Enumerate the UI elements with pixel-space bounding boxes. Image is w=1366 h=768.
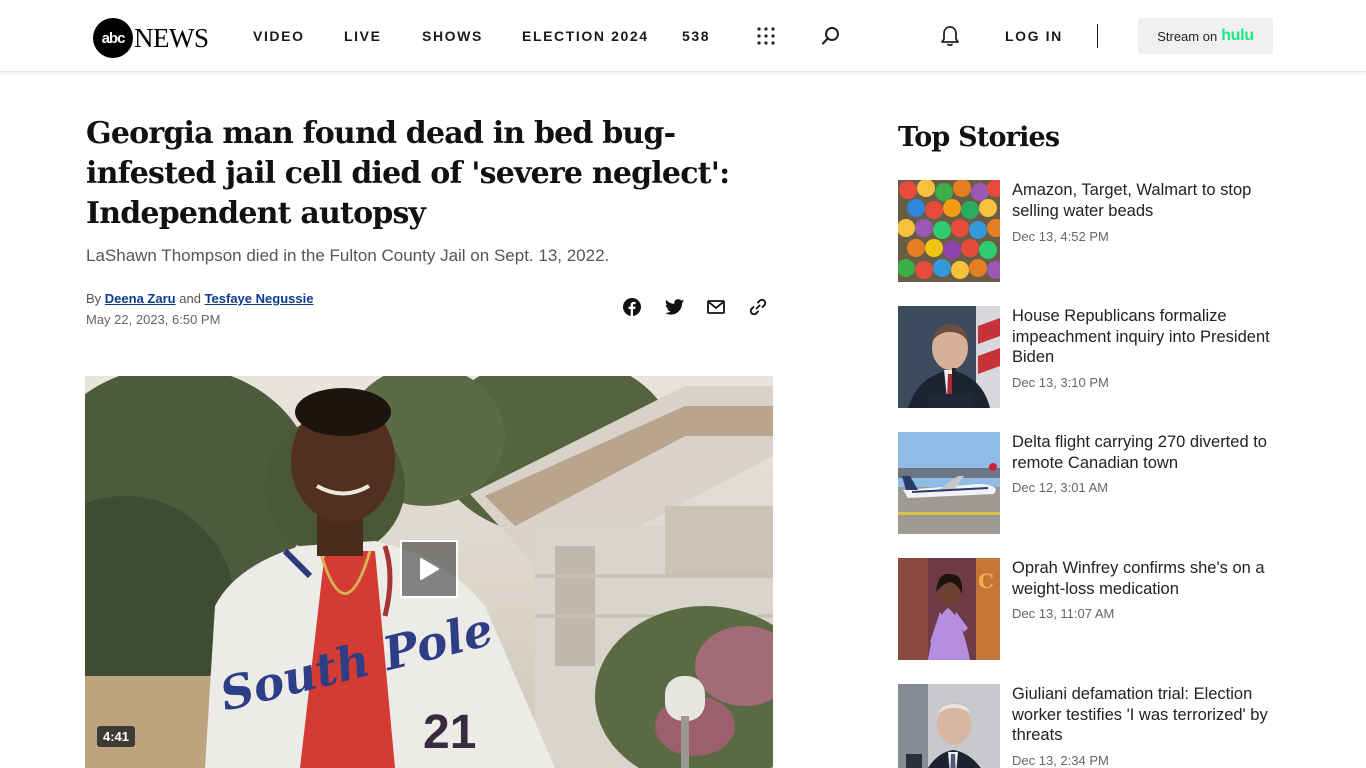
- play-icon: [420, 558, 439, 580]
- nav-538[interactable]: 538: [682, 28, 710, 44]
- story-thumbnail[interactable]: [898, 684, 1000, 768]
- story-item-impeachment-inquiry[interactable]: House Republicans formalize impeachment …: [898, 306, 1288, 408]
- story-thumbnail[interactable]: [898, 306, 1000, 408]
- email-icon[interactable]: [705, 296, 727, 318]
- nav-live[interactable]: LIVE: [344, 28, 382, 44]
- story-time: Dec 13, 2:34 PM: [1012, 753, 1109, 768]
- story-title[interactable]: Amazon, Target, Walmart to stop selling …: [1012, 180, 1284, 221]
- story-thumbnail[interactable]: [898, 180, 1000, 282]
- nav-shows[interactable]: SHOWS: [422, 28, 483, 44]
- publish-date: May 22, 2023, 6:50 PM: [86, 312, 221, 327]
- nav-video[interactable]: VIDEO: [253, 28, 305, 44]
- shirt-number: 21: [423, 706, 476, 759]
- site-header: abc NEWS VIDEO LIVE SHOWS ELECTION 2024 …: [0, 0, 1366, 72]
- news-logo-word: NEWS: [134, 22, 209, 53]
- article-dek: LaShawn Thompson died in the Fulton Coun…: [86, 246, 610, 265]
- story-time: Dec 13, 4:52 PM: [1012, 229, 1109, 244]
- video-duration: 4:41: [97, 726, 136, 747]
- bell-icon[interactable]: [939, 24, 961, 48]
- abc-logo-mark: abc: [93, 18, 133, 58]
- search-icon[interactable]: [820, 25, 842, 47]
- login-link[interactable]: LOG IN: [1005, 28, 1063, 44]
- facebook-icon[interactable]: [621, 296, 643, 318]
- story-title[interactable]: House Republicans formalize impeachment …: [1012, 306, 1284, 368]
- story-time: Dec 13, 3:10 PM: [1012, 375, 1109, 390]
- author-link-tesfaye-negussie[interactable]: Tesfaye Negussie: [205, 291, 314, 306]
- nav-election-2024[interactable]: ELECTION 2024: [522, 28, 649, 44]
- stream-prefix-label: Stream on: [1157, 28, 1218, 44]
- link-icon[interactable]: [747, 296, 769, 318]
- story-title[interactable]: Giuliani defamation trial: Election work…: [1012, 684, 1284, 746]
- story-thumbnail[interactable]: [898, 432, 1000, 534]
- byline: By Deena Zaru and Tesfaye Negussie: [86, 291, 313, 306]
- story-item-giuliani-trial[interactable]: Giuliani defamation trial: Election work…: [898, 684, 1288, 768]
- story-item-water-beads[interactable]: Amazon, Target, Walmart to stop selling …: [898, 180, 1288, 282]
- story-item-oprah-winfrey[interactable]: C Oprah Winfrey confirms she's on a weig…: [898, 558, 1288, 660]
- hulu-logo: hulu: [1221, 27, 1254, 44]
- top-stories-heading: Top Stories: [898, 122, 1060, 153]
- twitter-icon[interactable]: [663, 296, 685, 318]
- byline-by: By: [86, 291, 102, 306]
- story-title[interactable]: Delta flight carrying 270 diverted to re…: [1012, 432, 1284, 473]
- stream-on-hulu-button[interactable]: Stream on hulu: [1138, 18, 1273, 54]
- story-time: Dec 13, 11:07 AM: [1012, 606, 1115, 621]
- play-button[interactable]: [400, 540, 458, 598]
- header-divider: [1097, 24, 1098, 48]
- story-time: Dec 12, 3:01 AM: [1012, 480, 1109, 495]
- author-link-deena-zaru[interactable]: Deena Zaru: [105, 291, 176, 306]
- article-headline: Georgia man found dead in bed bug-infest…: [86, 116, 730, 231]
- byline-and: and: [179, 291, 201, 306]
- abc-news-logo[interactable]: abc NEWS: [93, 17, 209, 59]
- story-thumbnail[interactable]: C: [898, 558, 1000, 660]
- article-video-player[interactable]: South Pole 21 4:41: [85, 376, 773, 768]
- grid-icon[interactable]: [755, 25, 777, 47]
- svg-text:C: C: [978, 569, 994, 593]
- story-item-delta-flight[interactable]: Delta flight carrying 270 diverted to re…: [898, 432, 1288, 534]
- story-title[interactable]: Oprah Winfrey confirms she's on a weight…: [1012, 558, 1284, 599]
